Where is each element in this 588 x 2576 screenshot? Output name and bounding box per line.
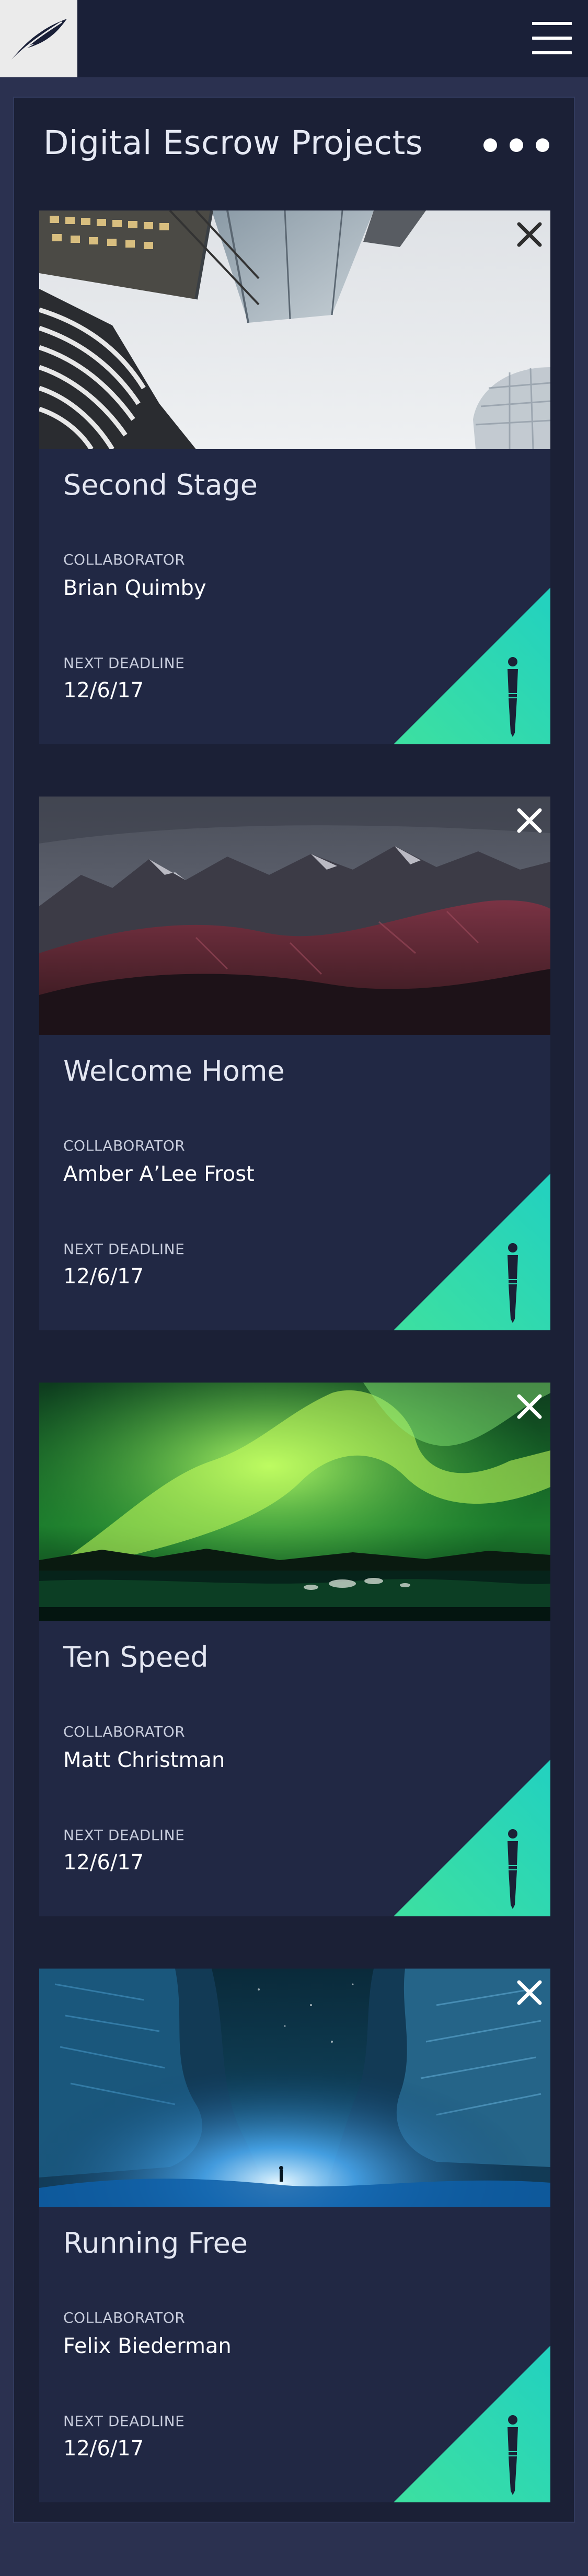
ice-cave-photo bbox=[39, 1969, 550, 2207]
close-icon[interactable] bbox=[516, 1393, 543, 1420]
collaborator-label: COLLABORATOR bbox=[63, 1723, 186, 1740]
close-icon[interactable] bbox=[516, 1979, 543, 2006]
collaborator-label: COLLABORATOR bbox=[63, 1137, 186, 1154]
sign-action-button[interactable] bbox=[394, 2346, 550, 2502]
deadline-value: 12/6/17 bbox=[63, 2437, 144, 2461]
project-title: Ten Speed bbox=[63, 1641, 209, 1673]
sign-action-button[interactable] bbox=[394, 588, 550, 744]
top-navigation-bar bbox=[0, 0, 588, 77]
project-card[interactable]: Welcome Home COLLABORATOR Amber A’Lee Fr… bbox=[39, 797, 550, 1330]
collaborator-name: Brian Quimby bbox=[63, 576, 206, 600]
hamburger-menu-icon[interactable] bbox=[531, 19, 573, 56]
project-title: Second Stage bbox=[63, 469, 258, 501]
logo[interactable] bbox=[0, 0, 77, 77]
deadline-label: NEXT DEADLINE bbox=[63, 2413, 185, 2430]
mountains-photo bbox=[39, 797, 550, 1035]
deadline-value: 12/6/17 bbox=[63, 678, 144, 702]
project-card[interactable]: Running Free COLLABORATOR Felix Biederma… bbox=[39, 1969, 550, 2502]
project-title: Welcome Home bbox=[63, 1055, 285, 1087]
collaborator-name: Matt Christman bbox=[63, 1748, 225, 1772]
deadline-label: NEXT DEADLINE bbox=[63, 654, 185, 672]
deadline-label: NEXT DEADLINE bbox=[63, 1240, 185, 1258]
collaborator-name: Amber A’Lee Frost bbox=[63, 1162, 255, 1186]
sign-action-button[interactable] bbox=[394, 1760, 550, 1916]
deadline-value: 12/6/17 bbox=[63, 1264, 144, 1289]
skyscrapers-photo bbox=[39, 210, 550, 449]
projects-panel: Digital Escrow Projects Second Stage COL… bbox=[13, 97, 575, 2523]
deadline-label: NEXT DEADLINE bbox=[63, 1826, 185, 1844]
project-title: Running Free bbox=[63, 2227, 248, 2259]
collaborator-label: COLLABORATOR bbox=[63, 551, 186, 568]
more-dots-icon[interactable] bbox=[481, 134, 555, 155]
quill-icon bbox=[11, 19, 67, 60]
project-card[interactable]: Ten Speed COLLABORATOR Matt Christman NE… bbox=[39, 1383, 550, 1916]
project-card[interactable]: Second Stage COLLABORATOR Brian Quimby N… bbox=[39, 210, 550, 744]
close-icon[interactable] bbox=[516, 221, 543, 248]
page-title: Digital Escrow Projects bbox=[43, 124, 423, 162]
close-icon[interactable] bbox=[516, 807, 543, 834]
collaborator-label: COLLABORATOR bbox=[63, 2309, 186, 2326]
sign-action-button[interactable] bbox=[394, 1174, 550, 1330]
deadline-value: 12/6/17 bbox=[63, 1851, 144, 1875]
collaborator-name: Felix Biederman bbox=[63, 2334, 232, 2358]
aurora-photo bbox=[39, 1383, 550, 1621]
